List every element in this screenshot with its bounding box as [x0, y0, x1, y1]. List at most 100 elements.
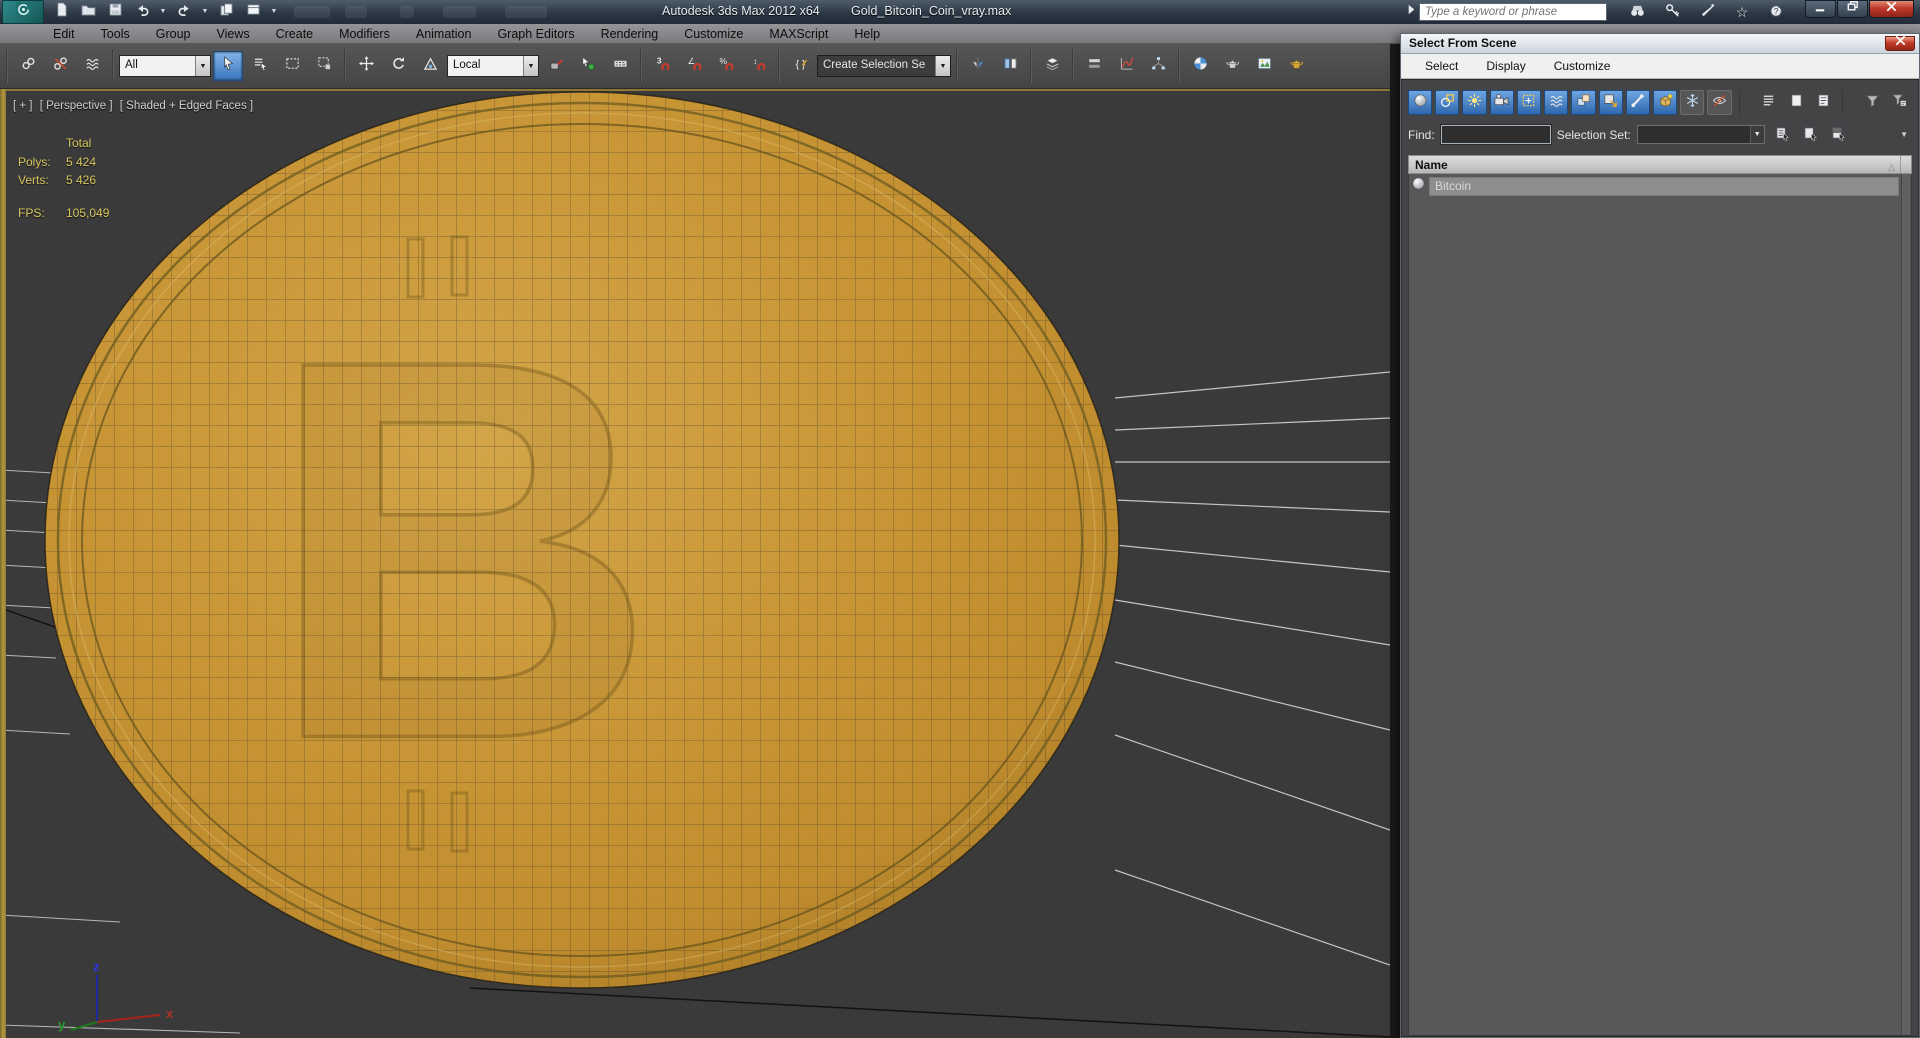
selection-filter-combo[interactable]: All ▼: [119, 55, 211, 77]
favorites-button[interactable]: ☆: [1729, 3, 1755, 21]
display-as-list-button[interactable]: [1784, 90, 1808, 115]
bitcoin-coin-object[interactable]: B: [44, 91, 1120, 989]
chevron-down-icon[interactable]: ▼: [523, 56, 538, 76]
select-none-button[interactable]: [1799, 124, 1823, 145]
infocenter-search-input[interactable]: [1419, 3, 1607, 21]
bind-to-space-warp[interactable]: [77, 51, 107, 81]
menu-customize[interactable]: Customize: [671, 24, 756, 44]
restore-button[interactable]: [1837, 0, 1868, 18]
menu-animation[interactable]: Animation: [403, 24, 485, 44]
subscription-key-button[interactable]: [1659, 3, 1685, 21]
menu-edit[interactable]: Edit: [40, 24, 88, 44]
search-history-chevron[interactable]: [1404, 4, 1416, 20]
display-children-button[interactable]: [1757, 90, 1781, 115]
new-file-button[interactable]: [50, 1, 72, 22]
open-file-button[interactable]: [77, 1, 99, 22]
unlink-selection[interactable]: [45, 51, 75, 81]
menu-group[interactable]: Group: [143, 24, 204, 44]
display-groups-button[interactable]: [1571, 90, 1596, 115]
select-and-manipulate[interactable]: [573, 51, 603, 81]
reference-coordinate-system-combo[interactable]: Local ▼: [447, 55, 539, 77]
quick-access-dropdown[interactable]: ▼: [269, 8, 279, 15]
undo-button[interactable]: [131, 1, 153, 22]
display-lights-button[interactable]: [1462, 90, 1487, 115]
find-input[interactable]: [1439, 124, 1552, 145]
chevron-down-icon[interactable]: ▼: [195, 56, 210, 76]
dialog-menu-select[interactable]: Select: [1411, 54, 1472, 79]
display-space-warps-button[interactable]: [1544, 90, 1569, 115]
select-and-scale[interactable]: [415, 51, 445, 81]
workspace-button[interactable]: [242, 1, 264, 22]
select-object[interactable]: [213, 51, 243, 81]
use-pivot-point-center[interactable]: [541, 51, 571, 81]
communication-center-button[interactable]: [1694, 3, 1720, 21]
display-containers-button[interactable]: [1652, 90, 1678, 115]
scene-object-row[interactable]: Bitcoin: [1409, 175, 1911, 197]
expand-options-button[interactable]: ▼: [1900, 130, 1908, 139]
application-menu-button[interactable]: [2, 0, 44, 24]
select-invert-button[interactable]: [1827, 124, 1851, 145]
select-and-link[interactable]: [13, 51, 43, 81]
viewport-pov-menu[interactable]: [ Perspective ]: [40, 100, 113, 112]
material-editor[interactable]: [1185, 51, 1215, 81]
menu-rendering[interactable]: Rendering: [588, 24, 672, 44]
dialog-menu-display[interactable]: Display: [1472, 54, 1539, 79]
viewport-shading-menu[interactable]: [ Shaded + Edged Faces ]: [120, 100, 253, 112]
graphite-modeling-tools[interactable]: [1079, 51, 1109, 81]
perspective-viewport[interactable]: B z x y [ + ] [ Perspect: [0, 89, 1390, 1038]
window-crossing-toggle[interactable]: [309, 51, 339, 81]
align[interactable]: [995, 51, 1025, 81]
name-column-header[interactable]: Name △: [1408, 155, 1912, 174]
infocenter-help-button[interactable]: ?: [1764, 3, 1790, 21]
selection-set-combo[interactable]: ▼: [1636, 125, 1765, 144]
display-xrefs-button[interactable]: [1598, 90, 1623, 115]
render-production[interactable]: [1281, 51, 1311, 81]
filter-combinations-button[interactable]: [1861, 90, 1885, 115]
minimize-button[interactable]: [1805, 0, 1836, 18]
keyboard-shortcut-override-toggle[interactable]: [605, 51, 635, 81]
rendered-frame-window[interactable]: [1249, 51, 1279, 81]
menu-create[interactable]: Create: [263, 24, 327, 44]
percent-snap-toggle[interactable]: %: [711, 51, 741, 81]
mirror[interactable]: [963, 51, 993, 81]
advanced-filter-button[interactable]: [1888, 90, 1912, 115]
display-frozen-objects-button[interactable]: [1680, 90, 1705, 115]
named-selection-sets-combo[interactable]: Create Selection Se ▼: [817, 55, 951, 77]
select-all-button[interactable]: [1771, 124, 1795, 145]
menu-views[interactable]: Views: [203, 24, 262, 44]
spinner-snap-toggle[interactable]: ↕: [743, 51, 773, 81]
display-helpers-button[interactable]: [1516, 90, 1542, 115]
angle-snap-toggle[interactable]: ∠: [679, 51, 709, 81]
display-bones-button[interactable]: [1625, 90, 1650, 115]
dialog-title-bar[interactable]: Select From Scene: [1401, 34, 1919, 54]
project-folder-button[interactable]: [215, 1, 237, 22]
select-and-move[interactable]: [351, 51, 381, 81]
menu-graph-editors[interactable]: Graph Editors: [484, 24, 587, 44]
redo-dropdown[interactable]: ▼: [200, 8, 210, 15]
curve-editor[interactable]: [1111, 51, 1141, 81]
menu-help[interactable]: Help: [841, 24, 893, 44]
redo-button[interactable]: [173, 1, 195, 22]
display-hidden-objects-button[interactable]: [1707, 90, 1732, 115]
menu-modifiers[interactable]: Modifiers: [326, 24, 403, 44]
dialog-close-button[interactable]: [1885, 35, 1915, 51]
rectangular-selection-region[interactable]: [277, 51, 307, 81]
close-button[interactable]: [1869, 0, 1914, 18]
search-button[interactable]: [1624, 3, 1650, 21]
menu-maxscript[interactable]: MAXScript: [756, 24, 841, 44]
snaps-toggle-3d[interactable]: 3: [647, 51, 677, 81]
schematic-view[interactable]: [1143, 51, 1173, 81]
select-and-rotate[interactable]: [383, 51, 413, 81]
display-cameras-button[interactable]: [1489, 90, 1514, 115]
display-shapes-button[interactable]: [1435, 90, 1460, 115]
layer-manager[interactable]: [1037, 51, 1067, 81]
scene-object-list[interactable]: Bitcoin: [1408, 174, 1912, 1036]
undo-dropdown[interactable]: ▼: [158, 8, 168, 15]
list-scrollbar[interactable]: [1901, 174, 1910, 1034]
display-geometry-button[interactable]: [1408, 90, 1433, 115]
edit-named-selection-sets[interactable]: { }: [785, 51, 815, 81]
render-setup[interactable]: [1217, 51, 1247, 81]
select-by-name[interactable]: [245, 51, 275, 81]
display-details-button[interactable]: [1811, 90, 1835, 115]
viewport-general-menu[interactable]: [ + ]: [13, 100, 33, 112]
